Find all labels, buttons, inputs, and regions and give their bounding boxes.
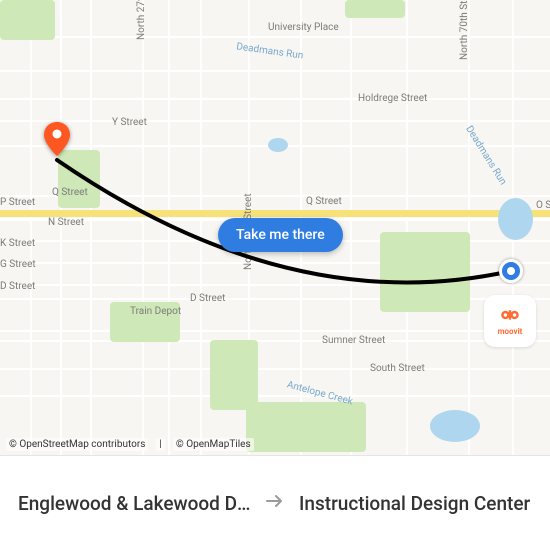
route-to-label: Instructional Design Center	[299, 492, 532, 515]
street-label: O S	[536, 200, 550, 211]
creek-label: Deadmans Run	[236, 41, 304, 61]
park-area	[0, 0, 55, 40]
lake	[430, 410, 480, 442]
street-label: N Street	[48, 217, 84, 228]
lake	[498, 198, 533, 240]
origin-pin[interactable]	[499, 259, 523, 283]
park-area	[345, 0, 405, 18]
moovit-mark-icon: ⚮	[498, 306, 523, 328]
map-attribution: © OpenStreetMap contributors | © OpenMap…	[6, 438, 254, 451]
attribution-tiles[interactable]: © OpenMapTiles	[173, 438, 254, 451]
moovit-logo[interactable]: ⚮ moovit	[484, 295, 536, 347]
street-label: D Street	[190, 293, 225, 304]
o-street-road	[0, 210, 550, 217]
destination-pin[interactable]	[44, 122, 70, 156]
map-widget: North 27th Street North 70th Street Nort…	[0, 0, 550, 550]
street-label: Holdrege Street	[358, 93, 427, 104]
street-label: North 70th Street	[459, 0, 470, 60]
poi-label: Train Depot	[130, 306, 181, 317]
street-label: Q Street	[306, 196, 342, 207]
street-label: K Street	[0, 238, 35, 249]
park-area	[58, 150, 100, 208]
route-from-label: Englewood & Lakewood Drive	[18, 492, 251, 515]
pond	[268, 138, 288, 152]
street-label: P Street	[0, 197, 35, 208]
take-me-there-button[interactable]: Take me there	[218, 218, 343, 252]
street-label: North 27th Street	[136, 0, 147, 40]
street-label: South Street	[370, 363, 425, 374]
street-label: Sumner Street	[322, 335, 385, 346]
street-label: G Street	[0, 259, 36, 270]
street-label: University Place	[268, 22, 339, 33]
map-canvas[interactable]: North 27th Street North 70th Street Nort…	[0, 0, 550, 455]
moovit-brand-label: moovit	[498, 328, 523, 336]
cta-label: Take me there	[236, 227, 325, 243]
arrow-right-icon	[263, 489, 287, 517]
street-label: Q Street	[52, 187, 88, 198]
route-footer: Englewood & Lakewood Drive Instructional…	[0, 455, 550, 550]
street-label: Y Street	[112, 117, 147, 128]
park-area	[246, 402, 366, 452]
attribution-osm[interactable]: © OpenStreetMap contributors	[6, 438, 148, 451]
street-label: D Street	[0, 281, 35, 292]
park-area	[210, 340, 258, 410]
park-area	[380, 232, 470, 312]
